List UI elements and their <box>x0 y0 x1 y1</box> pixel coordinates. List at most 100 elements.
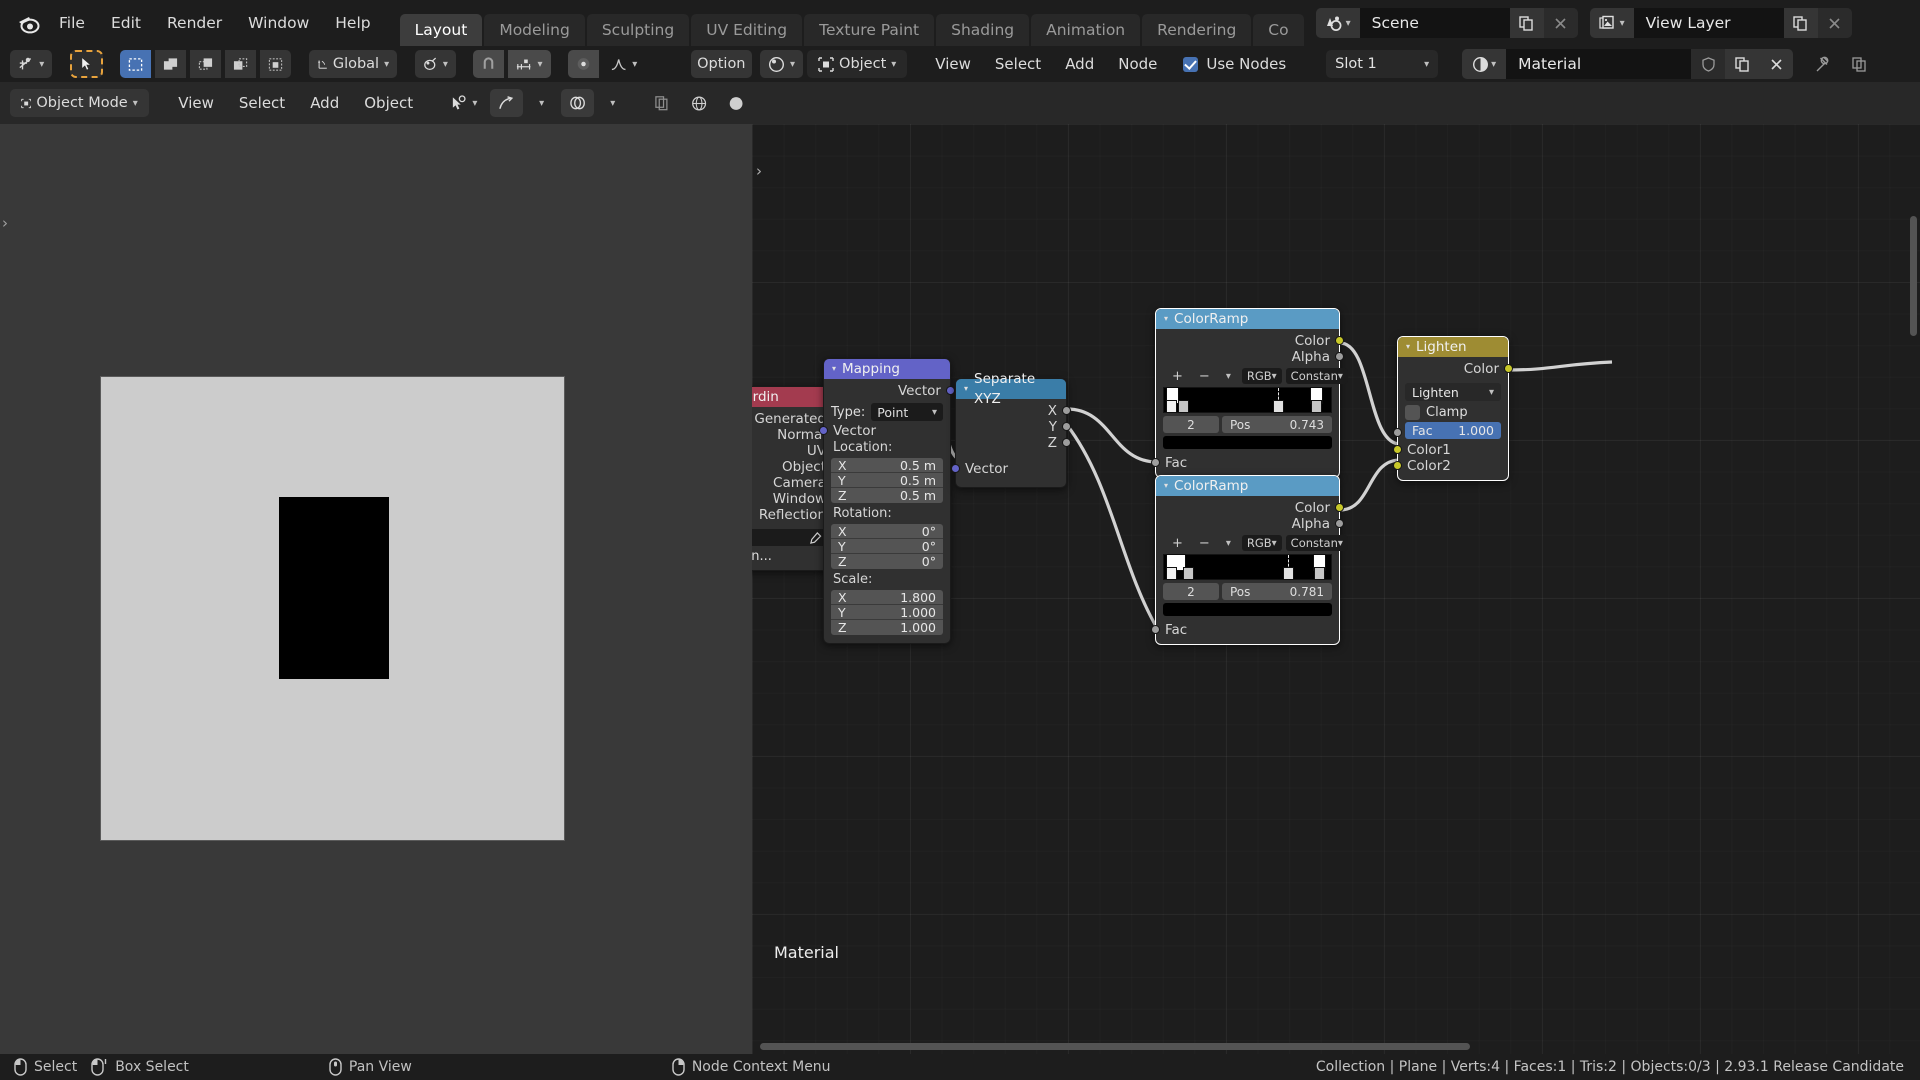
socket-vector-input[interactable] <box>951 464 960 473</box>
view-layer-name-field[interactable]: View Layer <box>1633 8 1784 38</box>
menu-help[interactable]: Help <box>322 8 383 38</box>
add-stop-button[interactable]: + <box>1165 536 1190 551</box>
node-sidebar-toggle[interactable]: › <box>756 162 762 180</box>
collapse-triangle-icon[interactable]: ▾ <box>1164 309 1168 329</box>
workspace-tab-uv-editing[interactable]: UV Editing <box>691 14 803 46</box>
node-header-lighten[interactable]: ▾ Lighten <box>1398 337 1508 357</box>
node-header-colorramp-top[interactable]: ▾ ColorRamp <box>1156 309 1339 329</box>
scene-selector[interactable]: ▾ Scene <box>1315 8 1578 38</box>
object-mode-dropdown[interactable]: Object Mode ▾ <box>10 89 149 117</box>
gizmo-toggle-button[interactable] <box>490 89 523 117</box>
colorramp-stop-1[interactable] <box>1178 400 1189 413</box>
options-dropdown[interactable]: Option <box>690 50 753 78</box>
node-colorramp-bottom[interactable]: ▾ ColorRamp Color Alpha + − ▾ RGB ▾ Cons… <box>1151 475 1348 645</box>
node-canvas[interactable]: › ▾ Textur <box>752 124 1920 1054</box>
pin-icon[interactable] <box>1807 50 1840 78</box>
remove-scene-button[interactable] <box>1543 8 1578 38</box>
node-colorramp-top[interactable]: ▾ ColorRamp Color Alpha + − ▾ RGB ▾ Cons… <box>1151 308 1348 478</box>
tweak-tool-button[interactable] <box>69 50 103 78</box>
location-x-field[interactable]: X 0.5 m <box>831 458 943 473</box>
rotation-fields[interactable]: X 0° Y 0° Z 0° <box>831 524 943 569</box>
socket-color-output[interactable] <box>1504 364 1513 373</box>
snap-settings-dropdown[interactable]: ▾ <box>508 50 551 78</box>
use-nodes-checkbox[interactable]: Use Nodes <box>1175 50 1294 78</box>
new-scene-button[interactable] <box>1509 8 1544 38</box>
socket-color1-input[interactable] <box>1393 445 1402 454</box>
viewport-canvas[interactable]: › <box>0 124 752 1054</box>
socket-fac-input[interactable] <box>1393 428 1402 437</box>
scale-y-field[interactable]: Y 1.000 <box>831 605 943 620</box>
colorramp-specials-dropdown[interactable]: ▾ <box>1219 371 1238 382</box>
menu-render[interactable]: Render <box>154 8 235 38</box>
interpolation-dropdown[interactable]: Constan ▾ <box>1285 368 1348 384</box>
node-canvas-horizontal-scrollbar[interactable] <box>760 1043 1470 1050</box>
node-separate-xyz[interactable]: ▾ Separate XYZ X Y Z Vector <box>951 371 1071 488</box>
color-mode-dropdown[interactable]: RGB ▾ <box>1241 368 1282 384</box>
collapse-triangle-icon[interactable]: ▾ <box>1406 337 1410 357</box>
colorramp-index-field[interactable]: 2 <box>1163 583 1219 600</box>
colorramp-pos-field[interactable]: Pos 0.781 <box>1222 583 1332 600</box>
node-menu-add[interactable]: Add <box>1055 50 1104 78</box>
socket-y-output[interactable] <box>1062 422 1071 431</box>
color-mode-dropdown[interactable]: RGB ▾ <box>1241 535 1282 551</box>
xray-toggle-button[interactable] <box>646 89 677 117</box>
proportional-edit-button[interactable] <box>567 50 599 78</box>
socket-color-output[interactable] <box>1335 336 1344 345</box>
colorramp-specials-dropdown[interactable]: ▾ <box>1219 538 1238 549</box>
visibility-dropdown[interactable]: ▾ <box>443 89 486 117</box>
viewport-menu-add[interactable]: Add <box>300 89 349 117</box>
colorramp-stop-2-active[interactable] <box>1273 400 1284 413</box>
colorramp-stop-0[interactable] <box>1166 400 1177 413</box>
plane-object[interactable] <box>100 376 565 841</box>
from-instancer-checkbox[interactable]: From Instan... <box>752 549 828 564</box>
view-layer-selector[interactable]: ▾ View Layer <box>1589 8 1852 38</box>
socket-alpha-output[interactable] <box>1335 519 1344 528</box>
select-extend-button[interactable] <box>155 50 187 78</box>
scale-z-field[interactable]: Z 1.000 <box>831 620 943 635</box>
location-y-field[interactable]: Y 0.5 m <box>831 473 943 488</box>
colorramp-gradient-bar[interactable] <box>1163 554 1332 580</box>
socket-vector-input[interactable] <box>819 426 828 435</box>
scale-x-field[interactable]: X 1.800 <box>831 590 943 605</box>
workspace-tab-compositing[interactable]: Co <box>1253 14 1304 46</box>
scene-icon[interactable]: ▾ <box>1315 8 1360 38</box>
node-header-colorramp-bottom[interactable]: ▾ ColorRamp <box>1156 476 1339 496</box>
shading-wireframe-button[interactable] <box>683 89 715 117</box>
node-header-separate-xyz[interactable]: ▾ Separate XYZ <box>956 371 1066 407</box>
active-tool-icon[interactable]: ▾ <box>10 50 53 78</box>
workspace-tab-texture-paint[interactable]: Texture Paint <box>804 14 935 46</box>
new-view-layer-button[interactable] <box>1783 8 1818 38</box>
pivot-point-dropdown[interactable]: ▾ <box>414 50 456 78</box>
rotation-y-field[interactable]: Y 0° <box>831 539 943 554</box>
copy-material-icon[interactable] <box>1844 50 1875 78</box>
snap-magnet-button[interactable] <box>473 50 505 78</box>
location-fields[interactable]: X 0.5 m Y 0.5 m Z 0.5 m <box>831 458 943 503</box>
remove-view-layer-button[interactable] <box>1817 8 1852 38</box>
select-difference-button[interactable] <box>225 50 257 78</box>
socket-fac-input[interactable] <box>1151 625 1160 634</box>
mapping-type-dropdown[interactable]: Point ▾ <box>871 403 943 421</box>
colorramp-gradient-bar[interactable] <box>1163 387 1332 413</box>
viewport-toolbar-toggle[interactable]: › <box>2 214 8 232</box>
shader-type-dropdown[interactable]: Object ▾ <box>807 50 908 78</box>
fake-user-shield-icon[interactable] <box>1691 49 1726 79</box>
new-material-button[interactable] <box>1725 49 1760 79</box>
clamp-checkbox[interactable]: Clamp <box>1405 405 1501 420</box>
select-intersect-button[interactable] <box>260 50 292 78</box>
colorramp-stop-3[interactable] <box>1311 400 1322 413</box>
interpolation-dropdown[interactable]: Constan ▾ <box>1285 535 1348 551</box>
colorramp-stop-2-active[interactable] <box>1283 567 1294 580</box>
remove-stop-button[interactable]: − <box>1192 369 1217 384</box>
object-picker-field[interactable] <box>752 529 828 546</box>
node-menu-select[interactable]: Select <box>985 50 1051 78</box>
colorramp-stop-0[interactable] <box>1166 567 1177 580</box>
colorramp-stop-1[interactable] <box>1183 567 1194 580</box>
rotation-z-field[interactable]: Z 0° <box>831 554 943 569</box>
node-mix-rgb-lighten[interactable]: ▾ Lighten Color Lighten ▾ Clamp Fac 1.00… <box>1393 336 1513 481</box>
add-stop-button[interactable]: + <box>1165 369 1190 384</box>
material-icon[interactable]: ▾ <box>1462 49 1507 79</box>
collapse-triangle-icon[interactable]: ▾ <box>1164 476 1168 496</box>
overlays-toggle-button[interactable] <box>560 89 594 117</box>
rotation-x-field[interactable]: X 0° <box>831 524 943 539</box>
viewport-menu-object[interactable]: Object <box>354 89 423 117</box>
